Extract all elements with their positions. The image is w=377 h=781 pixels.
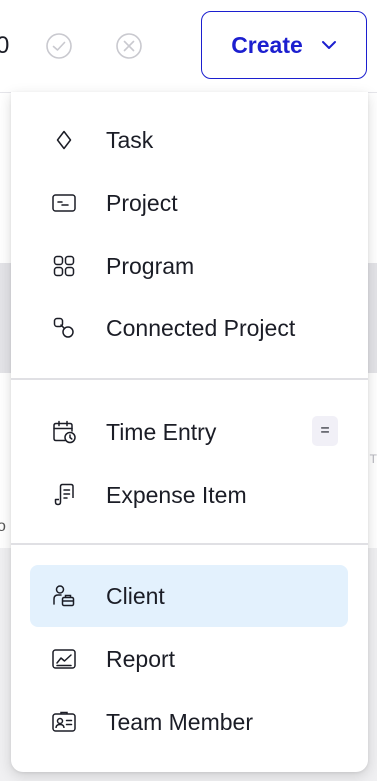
menu-item-client[interactable]: Client [30,565,348,627]
project-icon [50,189,78,217]
menu-item-program[interactable]: Program [30,235,348,297]
menu-item-time-entry[interactable]: Time Entry = [30,401,348,463]
menu-item-project[interactable]: Project [30,172,348,234]
menu-item-label: Program [106,252,195,279]
top-bar: 0 Create [0,0,377,93]
close-circle-icon[interactable] [115,32,143,60]
background-text-fragment: T [369,452,377,466]
background-text-fragment: o [0,518,6,535]
menu-item-connected-project[interactable]: Connected Project [30,297,348,359]
menu-item-team-member[interactable]: Team Member [30,691,348,753]
chevron-down-icon [321,40,337,50]
menu-item-label: Task [106,126,154,153]
create-button[interactable]: Create [201,11,367,79]
counter-text: 0 [0,32,10,59]
menu-item-report[interactable]: Report [30,628,348,690]
create-menu: Task Project Program Connected Project T… [11,92,368,772]
menu-item-label: Client [106,582,165,609]
calendar-clock-icon [50,418,78,446]
menu-item-label: Expense Item [106,481,247,508]
create-button-label: Create [231,31,303,58]
check-circle-icon[interactable] [45,32,73,60]
chart-icon [50,645,78,673]
menu-divider [11,543,368,545]
menu-item-label: Connected Project [106,314,296,341]
id-card-icon [50,708,78,736]
receipt-icon [50,481,78,509]
menu-item-label: Time Entry [106,418,217,445]
menu-item-label: Report [106,645,176,672]
menu-item-expense-item[interactable]: Expense Item [30,464,348,526]
grid-icon [50,252,78,280]
menu-divider [11,378,368,380]
keyboard-shortcut-badge: = [312,416,338,446]
client-icon [50,582,78,610]
menu-item-label: Team Member [106,708,253,735]
diamond-icon [50,126,78,154]
menu-item-task[interactable]: Task [30,109,348,171]
menu-item-label: Project [106,189,178,216]
connected-icon [50,314,78,342]
